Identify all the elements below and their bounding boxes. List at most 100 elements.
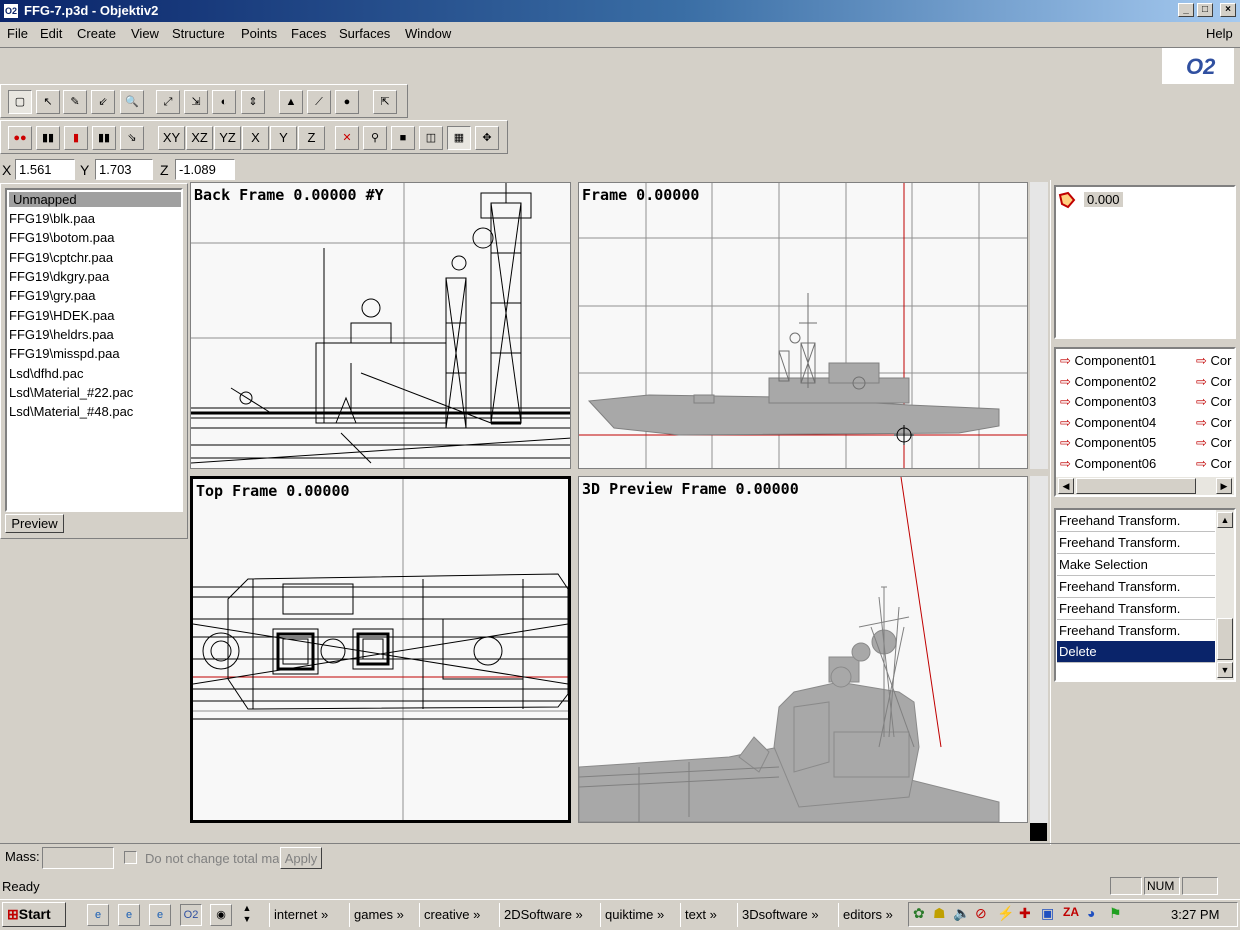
taskbar-group-internet[interactable]: internet » [269, 903, 328, 927]
view-xy-button[interactable]: XY [158, 126, 185, 150]
axis-y-button[interactable]: Y [270, 126, 297, 150]
axis-x-button[interactable]: X [242, 126, 269, 150]
component-hscrollbar[interactable]: ◀ ▶ [1056, 477, 1234, 495]
front-viewport[interactable]: Frame 0.00000 [578, 182, 1028, 469]
back-viewport[interactable]: Back Frame 0.00000 #Y [190, 182, 571, 469]
pin-icon[interactable]: ⚲ [363, 126, 387, 150]
component-item[interactable]: ⇨ Component03 [1060, 394, 1156, 410]
taskbar-group-3dsoftware[interactable]: 3Dsoftware » [737, 903, 819, 927]
component-item[interactable]: ⇨ Cor [1196, 394, 1231, 410]
undo-history-list[interactable]: Freehand Transform. Freehand Transform. … [1054, 508, 1236, 682]
transform-icon[interactable]: ⇘ [120, 126, 144, 150]
ie-icon[interactable]: e [87, 904, 109, 926]
component-item[interactable]: ⇨ Component04 [1060, 415, 1156, 431]
component-item[interactable]: ⇨ Component05 [1060, 435, 1156, 451]
x-coordinate-field[interactable]: 1.561 [15, 159, 75, 180]
edge-icon[interactable]: ⟋ [307, 90, 331, 114]
component-item[interactable]: ⇨ Component02 [1060, 374, 1156, 390]
history-item[interactable]: Make Selection [1057, 554, 1215, 576]
menu-faces[interactable]: Faces [291, 26, 326, 41]
texture-item[interactable]: FFG19\misspd.paa [9, 346, 120, 361]
history-item[interactable]: Freehand Transform. [1057, 576, 1215, 598]
menu-view[interactable]: View [131, 26, 159, 41]
menu-window[interactable]: Window [405, 26, 451, 41]
select-tool-icon[interactable]: ▢ [8, 90, 32, 114]
menu-structure[interactable]: Structure [172, 26, 225, 41]
menu-edit[interactable]: Edit [40, 26, 62, 41]
axis-z-button[interactable]: Z [298, 126, 325, 150]
component-item[interactable]: ⇨ Component01 [1060, 353, 1156, 369]
keep-mass-checkbox[interactable] [124, 851, 137, 864]
vscroll-thumb[interactable] [1217, 618, 1233, 660]
points-red-icon[interactable]: ●● [8, 126, 32, 150]
lod-list[interactable]: 0.000 [1054, 185, 1236, 339]
component-item[interactable]: ⇨ Cor [1196, 435, 1231, 451]
tray-lightning-icon[interactable]: ⚡ [997, 905, 1014, 922]
component-item[interactable]: ⇨ Cor [1196, 374, 1231, 390]
view-xz-button[interactable]: XZ [186, 126, 213, 150]
texture-item[interactable]: FFG19\cptchr.paa [9, 250, 113, 265]
lock-x-icon[interactable]: ✕ [335, 126, 359, 150]
menu-points[interactable]: Points [241, 26, 277, 41]
scroll-left-icon[interactable]: ◀ [1058, 478, 1074, 494]
texture-item[interactable]: Lsd\dfhd.pac [9, 366, 83, 381]
ie-icon[interactable]: e [118, 904, 140, 926]
texture-item[interactable]: Lsd\Material_#48.pac [9, 404, 133, 419]
component-item[interactable]: ⇨ Component06 [1060, 456, 1156, 472]
preview-button[interactable]: Preview [5, 514, 64, 533]
history-vscrollbar[interactable]: ▲ ▼ [1216, 510, 1234, 680]
history-item-selected[interactable]: Delete [1057, 641, 1215, 663]
menu-help[interactable]: Help [1206, 26, 1233, 41]
close-button[interactable]: × [1220, 3, 1236, 17]
solid-box-icon[interactable]: ■ [391, 126, 415, 150]
single-bar-icon[interactable]: ▮ [64, 126, 88, 150]
scroll-right-icon[interactable]: ▶ [1216, 478, 1232, 494]
component-list[interactable]: ⇨ Component01 ⇨ Component02 ⇨ Component0… [1054, 347, 1236, 497]
pick-tool-icon[interactable]: ⇙ [91, 90, 115, 114]
zoom-icon[interactable]: 🔍 [120, 90, 144, 114]
taskbar-group-quiktime[interactable]: quiktime » [600, 903, 664, 927]
maximize-button[interactable]: □ [1197, 3, 1213, 17]
z-coordinate-field[interactable]: -1.089 [175, 159, 235, 180]
bars-icon[interactable]: ▮▮ [36, 126, 60, 150]
mass-input[interactable] [42, 847, 114, 869]
menu-surfaces[interactable]: Surfaces [339, 26, 390, 41]
scroll-down-icon[interactable]: ▼ [1217, 662, 1233, 678]
grid-icon[interactable]: ▦ [447, 126, 471, 150]
tray-globe-icon[interactable]: ◕ [1087, 905, 1095, 921]
color-wheel-icon[interactable]: ● [335, 90, 359, 114]
texture-item[interactable]: Lsd\Material_#22.pac [9, 385, 133, 400]
quicklaunch-scroll[interactable]: ▲ ▼ [238, 903, 256, 927]
snap-icon[interactable]: ✥ [475, 126, 499, 150]
menu-file[interactable]: File [7, 26, 28, 41]
lod-item[interactable]: 0.000 [1084, 192, 1123, 207]
ie-icon[interactable]: e [149, 904, 171, 926]
tray-flag-icon[interactable]: ⚑ [1109, 905, 1122, 922]
objektiv-icon[interactable]: O2 [3, 3, 19, 19]
pair-bar-icon[interactable]: ▮▮ [92, 126, 116, 150]
texture-list[interactable]: Unmapped FFG19\blk.paa FFG19\botom.paa F… [5, 188, 183, 512]
taskbar-group-games[interactable]: games » [349, 903, 404, 927]
tray-app-icon[interactable]: ☗ [933, 905, 946, 922]
history-item[interactable]: Freehand Transform. [1057, 620, 1215, 642]
scale-icon[interactable]: ⇲ [184, 90, 208, 114]
y-coordinate-field[interactable]: 1.703 [95, 159, 153, 180]
apply-button[interactable]: Apply [280, 847, 322, 869]
eye-app-icon[interactable]: ◉ [210, 904, 232, 926]
minimize-button[interactable]: _ [1178, 3, 1194, 17]
paint-select-icon[interactable]: ✎ [63, 90, 87, 114]
mirror-icon[interactable]: ◐ [212, 90, 236, 114]
menu-create[interactable]: Create [77, 26, 116, 41]
top-viewport[interactable]: Top Frame 0.00000 [190, 476, 571, 823]
tray-disk-icon[interactable]: ▣ [1041, 905, 1054, 922]
view-yz-button[interactable]: YZ [214, 126, 241, 150]
component-item[interactable]: ⇨ Cor [1196, 415, 1231, 431]
texture-item[interactable]: FFG19\HDEK.paa [9, 308, 115, 323]
triangle-icon[interactable]: ▲ [279, 90, 303, 114]
texture-item[interactable]: FFG19\dkgry.paa [9, 269, 109, 284]
volume-icon[interactable]: 🔈 [953, 905, 970, 922]
tray-tool-icon[interactable]: ✚ [1019, 905, 1031, 922]
hscroll-thumb[interactable] [1076, 478, 1196, 494]
component-item[interactable]: ⇨ Cor [1196, 456, 1231, 472]
taskbar-group-creative[interactable]: creative » [419, 903, 480, 927]
